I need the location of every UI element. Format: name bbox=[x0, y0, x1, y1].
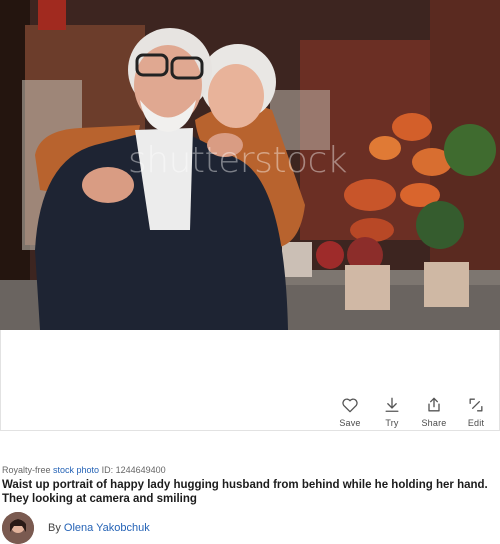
watermark-text: shutterstock bbox=[128, 140, 348, 181]
author-link[interactable]: Olena Yakobchuk bbox=[64, 522, 150, 534]
edit-label: Edit bbox=[467, 418, 485, 428]
share-icon bbox=[428, 397, 440, 412]
royalty-free-label: Royalty-free bbox=[2, 465, 54, 475]
author-avatar[interactable] bbox=[2, 512, 34, 544]
try-button[interactable]: Try bbox=[376, 395, 408, 428]
edit-button[interactable]: Edit bbox=[460, 395, 492, 428]
stock-photo-link[interactable]: stock photo bbox=[53, 465, 99, 475]
action-bar: Save Try Share Edit bbox=[334, 395, 492, 428]
share-label: Share bbox=[421, 418, 447, 428]
author-byline: By Olena Yakobchuk bbox=[48, 522, 150, 534]
photo-meta: Royalty-free stock photo ID: 1244649400 bbox=[2, 465, 166, 475]
photo-id: ID: 1244649400 bbox=[99, 465, 166, 475]
stock-photo[interactable]: shutterstock bbox=[0, 0, 500, 330]
save-label: Save bbox=[339, 418, 361, 428]
by-label: By bbox=[48, 522, 64, 534]
avatar-image bbox=[2, 512, 34, 544]
photo-title: Waist up portrait of happy lady hugging … bbox=[2, 479, 488, 505]
author-row: By Olena Yakobchuk bbox=[2, 512, 150, 544]
save-button[interactable]: Save bbox=[334, 395, 366, 428]
download-icon bbox=[385, 397, 399, 412]
try-label: Try bbox=[385, 418, 399, 428]
edit-icon bbox=[469, 398, 483, 412]
heart-icon bbox=[342, 398, 358, 413]
share-button[interactable]: Share bbox=[418, 395, 450, 428]
